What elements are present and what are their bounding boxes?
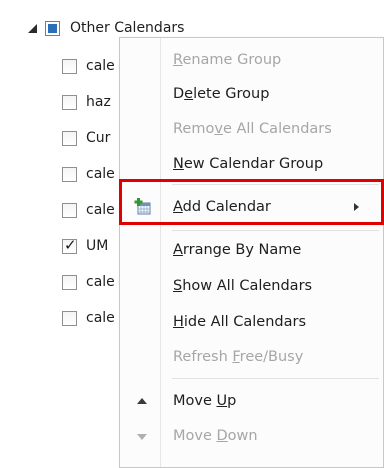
- expand-triangle-icon[interactable]: [28, 23, 37, 33]
- calendar-label: Cur: [86, 130, 111, 146]
- other-calendars-group[interactable]: Other Calendars: [28, 17, 184, 39]
- calendar-checkbox[interactable]: [62, 202, 77, 218]
- menu-item-add-calendar[interactable]: Add Calendar: [120, 190, 383, 224]
- calendar-checkbox[interactable]: [62, 94, 77, 110]
- menu-item-rename-group[interactable]: Rename Group: [120, 43, 383, 77]
- calendar-checkbox[interactable]: [62, 274, 77, 290]
- calendar-item[interactable]: cale: [62, 163, 115, 185]
- calendar-item[interactable]: cale: [62, 55, 115, 77]
- menu-item-label: New Calendar Group: [173, 156, 324, 172]
- menu-item-move-down[interactable]: Move Down: [120, 419, 383, 453]
- menu-item-label: Move Down: [173, 428, 258, 444]
- menu-separator: [172, 230, 379, 231]
- menu-item-label: Move Up: [173, 393, 237, 409]
- group-label: Other Calendars: [70, 20, 185, 36]
- menu-item-refresh-free-busy[interactable]: Refresh Free/Busy: [120, 340, 383, 374]
- triangle-up-icon: [137, 398, 147, 404]
- menu-separator: [172, 184, 379, 185]
- calendar-checkbox[interactable]: [62, 58, 77, 74]
- calendar-label: cale: [86, 166, 115, 182]
- menu-item-new-calendar-group[interactable]: New Calendar Group: [120, 147, 383, 181]
- menu-item-label: Add Calendar: [173, 199, 271, 215]
- calendar-add-icon: [134, 198, 152, 216]
- calendar-label: UM: [86, 238, 109, 254]
- menu-item-delete-group[interactable]: Delete Group: [120, 77, 383, 111]
- calendar-checkbox[interactable]: [62, 130, 77, 146]
- calendar-item[interactable]: cale: [62, 307, 115, 329]
- calendar-label: cale: [86, 274, 115, 290]
- menu-item-arrange-by-name[interactable]: Arrange By Name: [120, 233, 383, 267]
- calendar-item[interactable]: haz: [62, 91, 111, 113]
- triangle-down-icon: [137, 434, 147, 440]
- menu-item-hide-all-calendars[interactable]: Hide All Calendars: [120, 305, 383, 339]
- calendar-label: cale: [86, 310, 115, 326]
- calendar-label: haz: [86, 94, 111, 110]
- calendar-item[interactable]: cale: [62, 271, 115, 293]
- menu-item-label: Delete Group: [173, 86, 270, 102]
- calendar-checkbox[interactable]: [62, 310, 77, 326]
- calendar-item[interactable]: cale: [62, 199, 115, 221]
- group-checkbox[interactable]: [45, 20, 60, 36]
- menu-item-label: Show All Calendars: [173, 278, 313, 294]
- menu-item-move-up[interactable]: Move Up: [120, 384, 383, 418]
- menu-item-show-all-calendars[interactable]: Show All Calendars: [120, 269, 383, 303]
- calendar-item[interactable]: UM: [62, 235, 108, 257]
- calendar-label: cale: [86, 58, 115, 74]
- menu-item-label: Hide All Calendars: [173, 314, 307, 330]
- menu-item-label: Refresh Free/Busy: [173, 349, 304, 365]
- menu-item-label: Rename Group: [173, 52, 282, 68]
- menu-item-label: Arrange By Name: [173, 242, 302, 258]
- calendar-checkbox-checked[interactable]: [62, 236, 77, 254]
- calendar-checkbox[interactable]: [62, 166, 77, 182]
- calendar-label: cale: [86, 202, 115, 218]
- menu-item-remove-all-calendars[interactable]: Remove All Calendars: [120, 112, 383, 146]
- submenu-arrow-icon: [354, 203, 359, 211]
- menu-item-label: Remove All Calendars: [173, 121, 332, 137]
- menu-separator: [172, 378, 379, 379]
- context-menu: Rename Group Delete Group Remove All Cal…: [119, 37, 384, 468]
- calendar-item[interactable]: Cur: [62, 127, 110, 149]
